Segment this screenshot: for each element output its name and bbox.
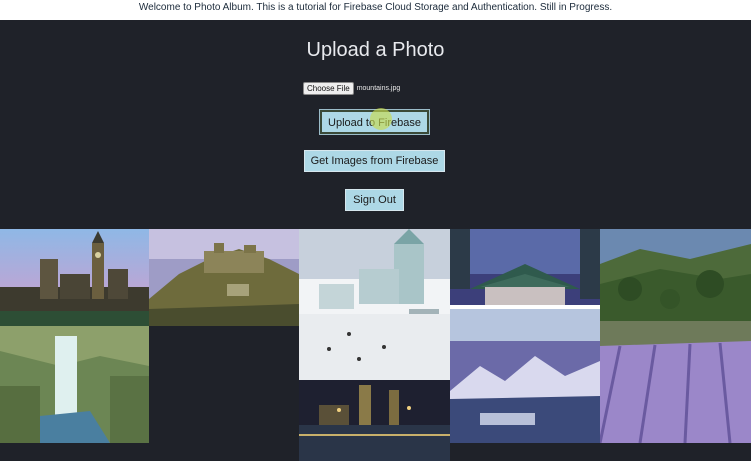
page-title: Upload a Photo (306, 39, 445, 61)
selected-file-name: mountains.jpg (356, 85, 401, 92)
welcome-banner: Welcome to Photo Album. This is a tutori… (0, 0, 751, 20)
sign-out-button[interactable]: Sign Out (345, 189, 404, 211)
green-hills-photo[interactable] (600, 229, 751, 321)
night-river-city-photo[interactable] (299, 380, 450, 461)
snowy-mountains-photo[interactable] (450, 341, 600, 443)
mouse-cursor-highlight (370, 108, 392, 130)
file-picker: Choose File mountains.jpg (303, 82, 400, 95)
choose-file-button[interactable]: Choose File (303, 82, 354, 95)
waterfall-photo[interactable] (0, 326, 149, 443)
city-clock-tower-photo[interactable] (0, 229, 149, 326)
get-images-button[interactable]: Get Images from Firebase (304, 150, 445, 172)
hilltop-fortress-photo[interactable] (149, 229, 299, 326)
lavender-field-photo[interactable] (600, 321, 751, 443)
snow-castle-photo[interactable] (299, 229, 450, 380)
welcome-banner-text: Welcome to Photo Album. This is a tutori… (138, 2, 613, 13)
asian-pagoda-photo[interactable] (450, 229, 600, 341)
photo-album-page: Welcome to Photo Album. This is a tutori… (0, 0, 751, 461)
